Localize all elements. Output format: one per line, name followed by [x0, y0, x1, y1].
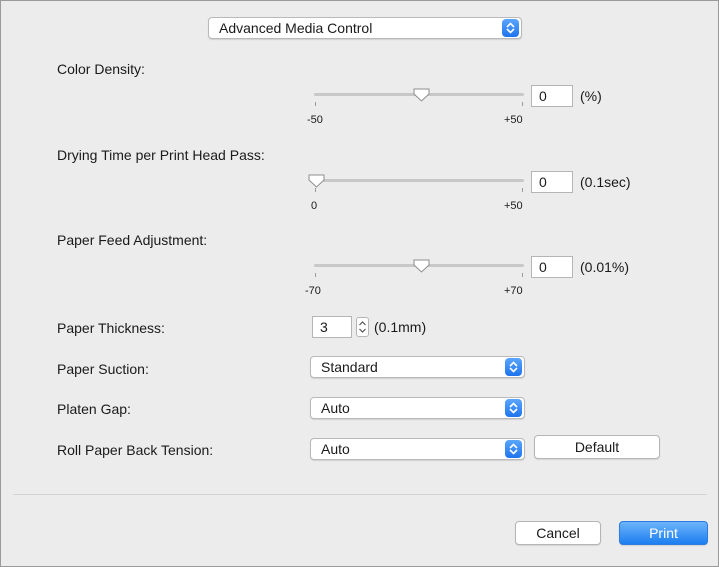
roll-paper-tension-value: Auto	[321, 441, 350, 457]
platen-gap-value: Auto	[321, 400, 350, 416]
advanced-media-control-dialog: Advanced Media Control Color Density: -5…	[0, 0, 719, 567]
paper-feed-slider-thumb[interactable]	[413, 259, 430, 273]
tick-mark	[315, 188, 316, 192]
footer-divider	[13, 494, 707, 495]
platen-gap-popup[interactable]: Auto	[310, 397, 525, 419]
color-density-label: Color Density:	[57, 61, 145, 77]
color-density-input[interactable]: 0	[531, 85, 573, 107]
paper-suction-popup[interactable]: Standard	[310, 356, 525, 378]
drying-time-slider-thumb[interactable]	[308, 174, 325, 188]
tick-mark	[522, 102, 523, 106]
tick-mark	[315, 102, 316, 106]
cancel-button[interactable]: Cancel	[515, 521, 601, 545]
color-density-unit: (%)	[580, 88, 602, 104]
paper-feed-label: Paper Feed Adjustment:	[57, 232, 208, 248]
paper-thickness-label: Paper Thickness:	[57, 320, 165, 336]
drying-time-min-label: 0	[311, 200, 318, 212]
print-button[interactable]: Print	[619, 521, 708, 545]
popup-arrows-icon	[505, 440, 522, 458]
tick-mark	[315, 273, 316, 277]
paper-thickness-input[interactable]: 3	[312, 316, 352, 338]
paper-thickness-unit: (0.1mm)	[374, 319, 427, 335]
paper-thickness-stepper[interactable]	[356, 317, 369, 337]
paper-suction-label: Paper Suction:	[57, 361, 149, 377]
section-popup-value: Advanced Media Control	[219, 20, 373, 36]
paper-feed-unit: (0.01%)	[580, 259, 630, 275]
drying-time-slider[interactable]	[314, 179, 524, 182]
color-density-min-label: -50	[307, 114, 323, 126]
drying-time-label: Drying Time per Print Head Pass:	[57, 147, 265, 163]
popup-arrows-icon	[505, 358, 522, 376]
stepper-arrows-icon	[359, 321, 366, 333]
platen-gap-label: Platen Gap:	[57, 401, 131, 417]
default-button[interactable]: Default	[534, 435, 660, 459]
paper-suction-value: Standard	[321, 359, 378, 375]
color-density-max-label: +50	[504, 114, 523, 126]
popup-arrows-icon	[502, 19, 519, 37]
paper-feed-min-label: -70	[305, 285, 321, 297]
drying-time-max-label: +50	[504, 200, 523, 212]
drying-time-unit: (0.1sec)	[580, 174, 631, 190]
tick-mark	[522, 188, 523, 192]
tick-mark	[522, 273, 523, 277]
paper-feed-max-label: +70	[504, 285, 523, 297]
popup-arrows-icon	[505, 399, 522, 417]
color-density-slider-thumb[interactable]	[413, 88, 430, 102]
roll-paper-tension-popup[interactable]: Auto	[310, 438, 525, 460]
section-popup[interactable]: Advanced Media Control	[208, 17, 522, 39]
paper-feed-input[interactable]: 0	[531, 256, 573, 278]
roll-paper-tension-label: Roll Paper Back Tension:	[57, 442, 214, 458]
drying-time-input[interactable]: 0	[531, 171, 573, 193]
